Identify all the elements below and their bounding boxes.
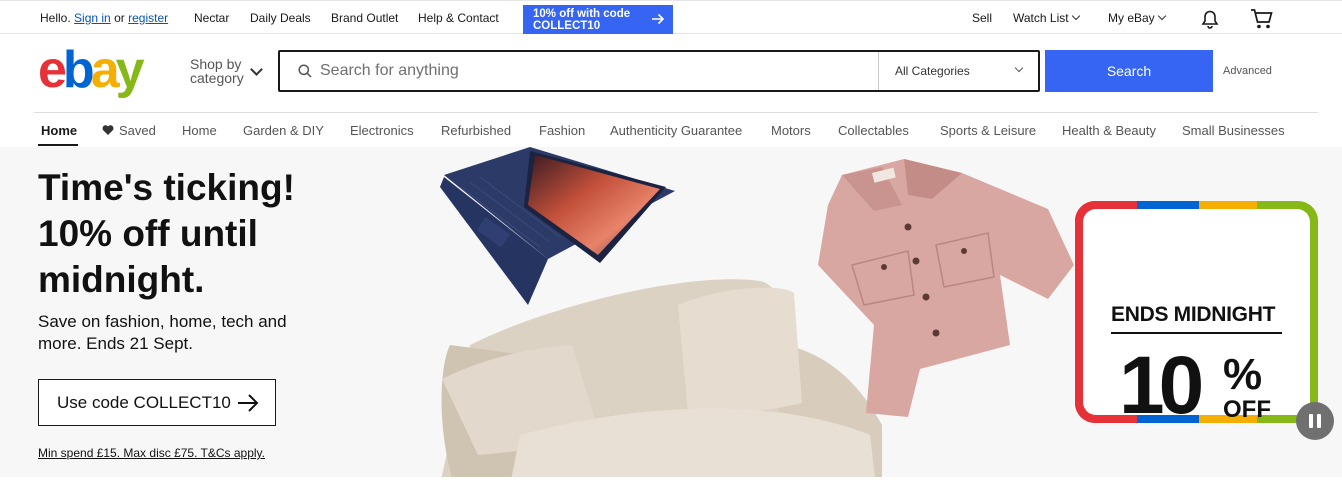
badge-off: OFF — [1223, 396, 1271, 423]
pause-icon — [1317, 414, 1321, 428]
jacket-image — [818, 159, 1074, 417]
category-select[interactable]: All Categories — [895, 64, 970, 78]
nav-item-authenticity-guarantee[interactable]: Authenticity Guarantee — [610, 123, 742, 138]
nav-item-sports-leisure[interactable]: Sports & Leisure — [940, 123, 1036, 138]
ends-midnight-badge: ENDS MIDNIGHT 10 % OFF — [1075, 201, 1318, 429]
nav-item-collectables[interactable]: Collectables — [838, 123, 909, 138]
nav-item-small-businesses[interactable]: Small Businesses — [1182, 123, 1285, 138]
hero-title-line-3: midnight. — [38, 259, 205, 300]
nav-item-motors[interactable]: Motors — [771, 123, 811, 138]
nav-item-refurbished[interactable]: Refurbished — [441, 123, 511, 138]
chevron-down-icon[interactable] — [250, 63, 263, 76]
hero-title-line-1: Time's ticking! — [38, 167, 295, 208]
nav-item-home-active[interactable]: Home — [41, 123, 77, 138]
use-code-label: Use code COLLECT10 — [57, 393, 231, 412]
greeting: Hello. Sign in or register — [40, 11, 168, 25]
help-contact-link[interactable]: Help & Contact — [418, 11, 499, 25]
hero-banner[interactable]: Time's ticking! 10% off until midnight. … — [0, 147, 1342, 477]
shop-by-category-button[interactable]: Shop by category — [190, 57, 244, 85]
cart-icon[interactable] — [1250, 8, 1274, 30]
or-text: or — [114, 11, 125, 25]
logo-letter-a: a — [90, 41, 120, 99]
watch-list-label: Watch List — [1013, 11, 1069, 25]
search-divider — [878, 52, 879, 90]
arrow-right-icon — [652, 13, 665, 25]
arrow-right-icon — [238, 394, 259, 412]
hero-subtitle: Save on fashion, home, tech and more. En… — [38, 312, 287, 353]
register-link[interactable]: register — [128, 11, 168, 25]
my-ebay-menu[interactable]: My eBay — [1108, 11, 1166, 25]
nav-item-saved[interactable]: Saved — [119, 123, 156, 138]
nav-item-garden-diy[interactable]: Garden & DIY — [243, 123, 324, 138]
promo-code-banner[interactable]: 10% off with code COLLECT10 — [523, 5, 673, 34]
heart-icon — [102, 125, 114, 135]
nav-item-electronics[interactable]: Electronics — [350, 123, 414, 138]
ebay-logo[interactable]: ebay — [38, 41, 145, 99]
search-input[interactable] — [320, 58, 870, 84]
daily-deals-link[interactable]: Daily Deals — [250, 11, 311, 25]
chevron-down-icon[interactable] — [1014, 63, 1024, 73]
badge-percent: % — [1223, 350, 1263, 399]
search-bar: All Categories — [278, 50, 1040, 92]
logo-letter-e: e — [38, 41, 67, 99]
nav-item-health-beauty[interactable]: Health & Beauty — [1062, 123, 1156, 138]
use-code-button[interactable]: Use code COLLECT10 — [38, 379, 276, 426]
hero-title: Time's ticking! 10% off until midnight. — [38, 165, 398, 303]
nav-divider — [34, 112, 1318, 113]
nav-item-fashion[interactable]: Fashion — [539, 123, 585, 138]
badge-heading: ENDS MIDNIGHT — [1111, 303, 1276, 326]
badge-number: 10 — [1119, 340, 1204, 431]
chevron-down-icon — [1071, 11, 1080, 21]
active-tab-indicator — [38, 144, 78, 146]
nav-item-home[interactable]: Home — [182, 123, 217, 138]
logo-letter-b: b — [62, 41, 95, 99]
hero-title-line-2: 10% off until — [38, 213, 258, 254]
sell-link[interactable]: Sell — [972, 11, 992, 25]
shop-by-line-1: Shop by — [190, 56, 242, 72]
watch-list-menu[interactable]: Watch List — [1013, 11, 1080, 25]
brand-outlet-link[interactable]: Brand Outlet — [331, 11, 398, 25]
greeting-text: Hello. — [40, 11, 71, 25]
top-bar: Hello. Sign in or register Nectar Daily … — [0, 0, 1342, 34]
bell-icon[interactable] — [1200, 9, 1220, 29]
logo-letter-y: y — [115, 41, 145, 99]
search-icon — [298, 64, 312, 78]
search-button[interactable]: Search — [1045, 50, 1213, 92]
terms-link[interactable]: Min spend £15. Max disc £75. T&Cs apply. — [38, 446, 265, 460]
badge-rule — [1111, 332, 1282, 334]
pause-icon — [1309, 414, 1313, 428]
shop-by-line-2: category — [190, 70, 244, 86]
nectar-link[interactable]: Nectar — [194, 11, 229, 25]
advanced-search-link[interactable]: Advanced — [1223, 65, 1272, 77]
sign-in-link[interactable]: Sign in — [74, 11, 111, 25]
my-ebay-label: My eBay — [1108, 11, 1155, 25]
chevron-down-icon — [1157, 11, 1166, 21]
pause-button[interactable] — [1296, 402, 1334, 440]
